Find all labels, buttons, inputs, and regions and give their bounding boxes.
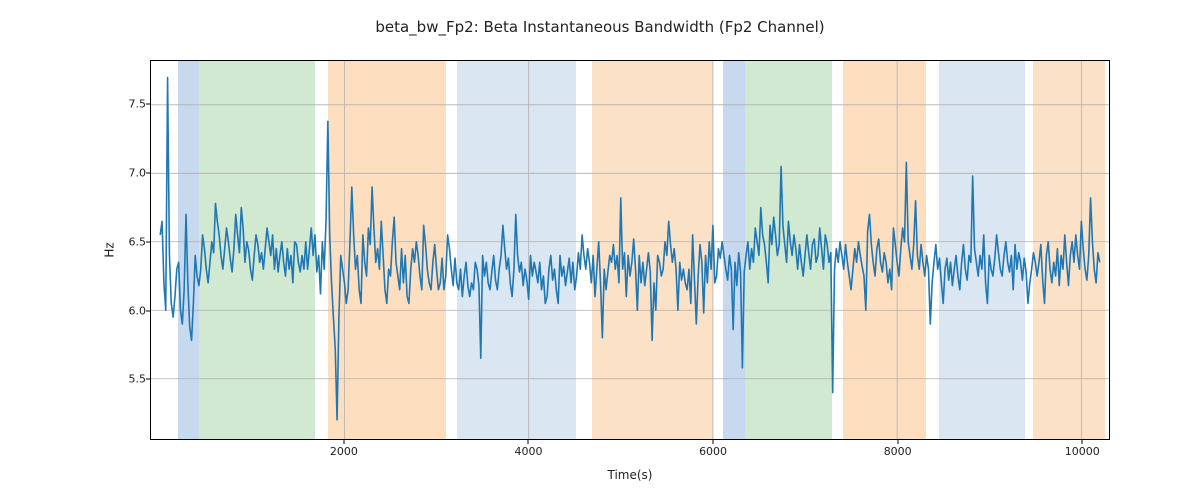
y-tick-mark xyxy=(146,104,150,105)
y-tick-mark xyxy=(146,172,150,173)
plot-svg xyxy=(151,61,1109,439)
x-tick-mark xyxy=(528,440,529,444)
y-tick-mark xyxy=(146,310,150,311)
x-tick-label: 6000 xyxy=(699,445,727,458)
x-tick-label: 4000 xyxy=(514,445,542,458)
y-tick-label: 7.5 xyxy=(122,98,146,111)
x-tick-mark xyxy=(343,440,344,444)
plot-area xyxy=(150,60,1110,440)
y-tick-mark xyxy=(146,241,150,242)
chart-title: beta_bw_Fp2: Beta Instantaneous Bandwidt… xyxy=(0,18,1200,36)
x-tick-label: 10000 xyxy=(1065,445,1100,458)
y-tick-label: 6.0 xyxy=(122,304,146,317)
data-line xyxy=(160,77,1100,419)
y-axis-label: Hz xyxy=(100,60,120,440)
x-tick-mark xyxy=(1082,440,1083,444)
x-tick-mark xyxy=(713,440,714,444)
x-tick-label: 2000 xyxy=(330,445,358,458)
y-tick-label: 7.0 xyxy=(122,166,146,179)
y-axis-label-text: Hz xyxy=(103,242,117,257)
y-tick-label: 5.5 xyxy=(122,373,146,386)
x-tick-label: 8000 xyxy=(884,445,912,458)
y-tick-mark xyxy=(146,379,150,380)
x-axis-label: Time(s) xyxy=(150,468,1110,482)
x-tick-mark xyxy=(897,440,898,444)
figure: beta_bw_Fp2: Beta Instantaneous Bandwidt… xyxy=(0,0,1200,500)
y-tick-label: 6.5 xyxy=(122,235,146,248)
